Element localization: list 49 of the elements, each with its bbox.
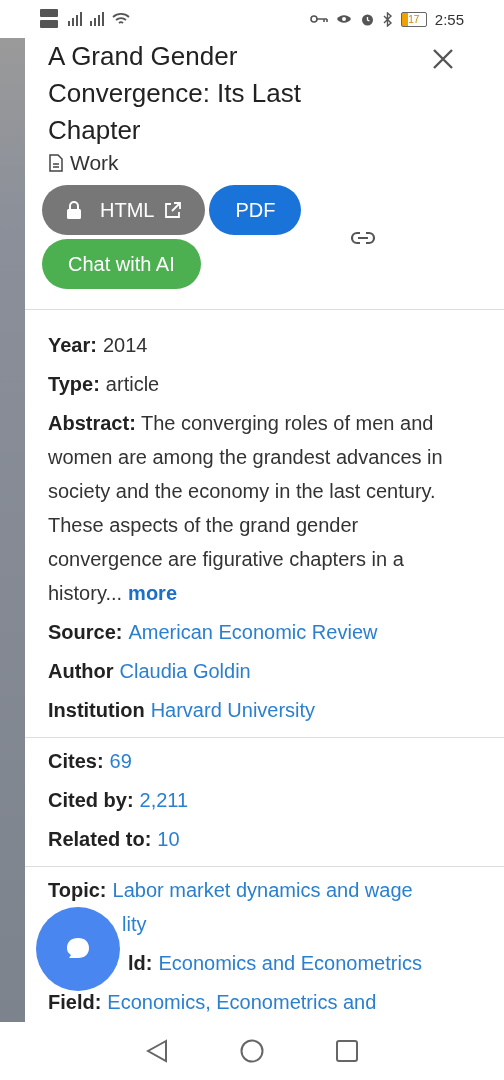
- field-label: Related to:: [48, 828, 152, 850]
- field-label: Year:: [48, 334, 97, 356]
- chat-button[interactable]: Chat with AI: [42, 239, 201, 289]
- field-link[interactable]: 10: [157, 828, 180, 850]
- format-button[interactable]: PDF: [209, 185, 302, 235]
- eye-icon: [335, 13, 352, 25]
- field-link[interactable]: lity: [122, 907, 147, 941]
- more-link[interactable]: more: [128, 582, 177, 604]
- field-link[interactable]: 69: [109, 750, 132, 772]
- home-button[interactable]: [240, 1039, 264, 1063]
- field-label: Author: [48, 660, 114, 682]
- field-link[interactable]: Economics, Econometrics and: [107, 991, 377, 1013]
- lock-icon: [66, 200, 82, 220]
- battery-icon: 17: [400, 11, 427, 27]
- field-link[interactable]: Labor market dynamics and wage: [112, 879, 413, 901]
- field-label: ld:: [128, 952, 153, 974]
- field-label: Source:: [48, 621, 123, 643]
- work-type-label: Work: [70, 151, 119, 175]
- field-label: Institution: [48, 699, 145, 721]
- back-button[interactable]: [146, 1039, 168, 1063]
- field-value: article: [105, 373, 160, 395]
- field-label: Cites:: [48, 750, 104, 772]
- link-icon[interactable]: [350, 231, 376, 245]
- recents-icon: [336, 1040, 358, 1062]
- clock-time: 2:55: [434, 10, 464, 28]
- format-button[interactable]: HTML: [42, 185, 206, 235]
- field-label: Field:: [48, 991, 102, 1013]
- wifi-icon: [112, 12, 130, 26]
- external-link-icon: [164, 201, 182, 219]
- back-icon: [146, 1039, 168, 1063]
- field-label: Topic:: [48, 879, 107, 901]
- signal-icon: [90, 12, 104, 26]
- bluetooth-icon: [382, 11, 393, 27]
- field-label: Cited by:: [48, 789, 134, 811]
- sim-icon: [40, 8, 60, 30]
- field-label: Type:: [48, 373, 100, 395]
- paper-title: A Grand Gender Convergence: Its Last Chapter: [48, 40, 302, 147]
- field-link[interactable]: Claudia Goldin: [119, 660, 251, 682]
- key-icon: [309, 14, 328, 24]
- field-link[interactable]: American Economic Review: [128, 621, 378, 643]
- field-link[interactable]: Harvard University: [150, 699, 316, 721]
- recents-button[interactable]: [336, 1040, 358, 1062]
- home-icon: [240, 1039, 264, 1063]
- field-value: 2014: [102, 334, 148, 356]
- field-link[interactable]: Economics and Econometrics: [158, 952, 422, 974]
- signal-icon: [68, 12, 82, 26]
- document-icon: [48, 154, 64, 172]
- abstract-paragraph: Abstract: The converging roles of men and women are among the grandest advances in society and the economy in the last century. These aspects of the grand gender convergence are figurative chapters in a history... more: [48, 411, 444, 606]
- field-link[interactable]: 2,211: [139, 789, 189, 811]
